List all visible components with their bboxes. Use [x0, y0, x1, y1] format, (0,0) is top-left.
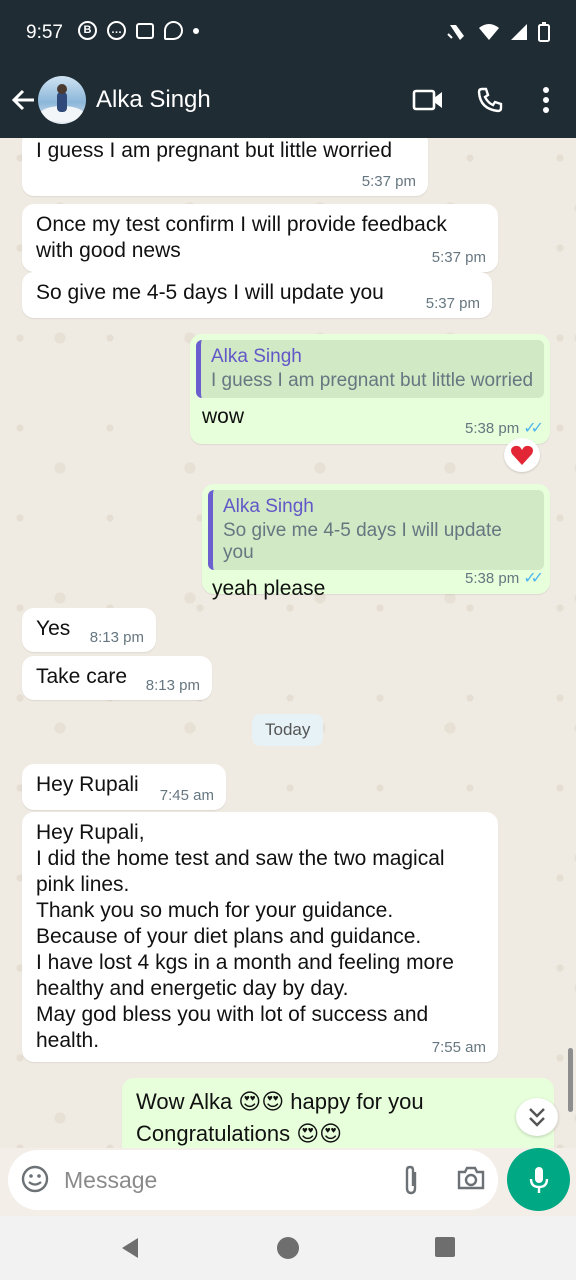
attach-icon	[405, 1165, 417, 1195]
more-vertical-icon	[543, 87, 549, 113]
system-navigation-bar	[0, 1216, 576, 1280]
message-list[interactable]: I guess I am pregnant but little worried…	[0, 138, 576, 1148]
reaction-badge[interactable]	[504, 438, 540, 472]
camera-icon	[457, 1166, 485, 1190]
mic-icon	[529, 1166, 548, 1193]
back-arrow-icon	[11, 89, 34, 111]
camera-button[interactable]	[456, 1164, 486, 1197]
message-time: 8:13 pm	[145, 677, 200, 694]
wifi-icon	[479, 24, 499, 40]
message-text: Once my test confirm I will provide feed…	[36, 213, 447, 262]
chat-bubble-icon: …	[107, 21, 126, 40]
nav-back-icon	[122, 1238, 138, 1258]
nav-recents-button[interactable]	[434, 1236, 456, 1263]
message-time: 5:38 pm ✓✓	[464, 570, 544, 587]
nav-home-icon	[277, 1237, 299, 1259]
message-incoming[interactable]: Yes 8:13 pm	[22, 608, 156, 652]
message-outgoing[interactable]: Alka Singh So give me 4-5 days I will up…	[202, 484, 550, 600]
read-receipt-icon: ✓✓	[523, 420, 544, 437]
attach-button[interactable]	[398, 1164, 424, 1201]
message-outgoing[interactable]: Wow Alka 😍😍 happy for you Congratulation…	[122, 1078, 554, 1148]
voice-message-button[interactable]	[507, 1148, 570, 1211]
quoted-text: So give me 4-5 days I will update you	[223, 520, 502, 563]
quoted-message[interactable]: Alka Singh So give me 4-5 days I will up…	[208, 490, 544, 570]
more-notifications-dot-icon	[193, 27, 199, 34]
signal-icon	[511, 24, 527, 40]
nav-home-button[interactable]	[276, 1236, 300, 1265]
message-icon	[136, 22, 154, 39]
message-time: 5:37 pm	[431, 249, 486, 266]
quoted-sender: Alka Singh	[223, 496, 314, 517]
message-incoming[interactable]: So give me 4-5 days I will update you 5:…	[22, 272, 492, 318]
message-incoming[interactable]: Hey Rupali 7:45 am	[22, 764, 226, 810]
message-time: 7:55 am	[431, 1039, 486, 1056]
read-receipt-icon: ✓✓	[523, 570, 544, 587]
heart-icon	[511, 445, 533, 465]
notification-icons: B …	[78, 21, 199, 40]
message-time: 5:37 pm	[425, 295, 480, 312]
voice-call-button[interactable]	[472, 82, 508, 118]
contact-name[interactable]: Alka Singh	[96, 86, 211, 114]
nav-recents-icon	[435, 1237, 455, 1257]
message-text: Hey Rupali, I did the home test and saw …	[36, 821, 454, 1052]
message-time: 8:13 pm	[89, 629, 144, 646]
message-composer	[8, 1150, 498, 1210]
date-divider: Today	[252, 714, 324, 746]
message-input[interactable]	[64, 1162, 384, 1198]
back-button[interactable]	[8, 84, 40, 116]
scroll-to-bottom-button[interactable]	[516, 1098, 558, 1136]
quoted-text: I guess I am pregnant but little worried	[211, 370, 534, 391]
quoted-sender: Alka Singh	[211, 346, 302, 367]
message-incoming[interactable]: Once my test confirm I will provide feed…	[22, 204, 498, 272]
message-time: 7:45 am	[159, 787, 214, 804]
emoji-button[interactable]	[20, 1164, 50, 1199]
message-text: So give me 4-5 days I will update you	[36, 281, 384, 304]
vibrate-alarm-icon	[447, 25, 464, 40]
message-incoming[interactable]: Hey Rupali, I did the home test and saw …	[22, 812, 498, 1062]
video-call-icon	[412, 89, 442, 111]
message-incoming[interactable]: Take care 8:13 pm	[22, 656, 212, 700]
message-text: I guess I am pregnant but little worried	[36, 139, 393, 162]
phone-icon	[477, 87, 503, 113]
status-time: 9:57	[26, 22, 63, 43]
battery-icon	[538, 22, 550, 42]
message-time: 5:37 pm	[361, 173, 416, 190]
chat-header: Alka Singh	[0, 66, 576, 138]
quoted-message[interactable]: Alka Singh I guess I am pregnant but lit…	[196, 340, 544, 398]
b-notification-icon: B	[78, 21, 97, 40]
message-outgoing[interactable]: Alka Singh I guess I am pregnant but lit…	[190, 334, 550, 444]
more-options-button[interactable]	[528, 82, 564, 118]
video-call-button[interactable]	[410, 82, 446, 118]
status-bar: 9:57 B …	[0, 0, 576, 66]
scrollbar-thumb[interactable]	[568, 1048, 573, 1112]
message-time: 5:38 pm ✓✓	[464, 420, 544, 437]
double-chevron-down-icon	[529, 1108, 545, 1127]
avatar[interactable]	[38, 76, 86, 124]
chat-notification-icon	[164, 21, 183, 40]
message-incoming[interactable]: I guess I am pregnant but little worried…	[22, 138, 428, 196]
message-text: Wow Alka 😍😍 happy for you Congratulation…	[136, 1089, 424, 1146]
emoji-icon	[21, 1165, 49, 1193]
nav-back-button[interactable]	[118, 1236, 142, 1265]
system-icons	[446, 22, 550, 42]
